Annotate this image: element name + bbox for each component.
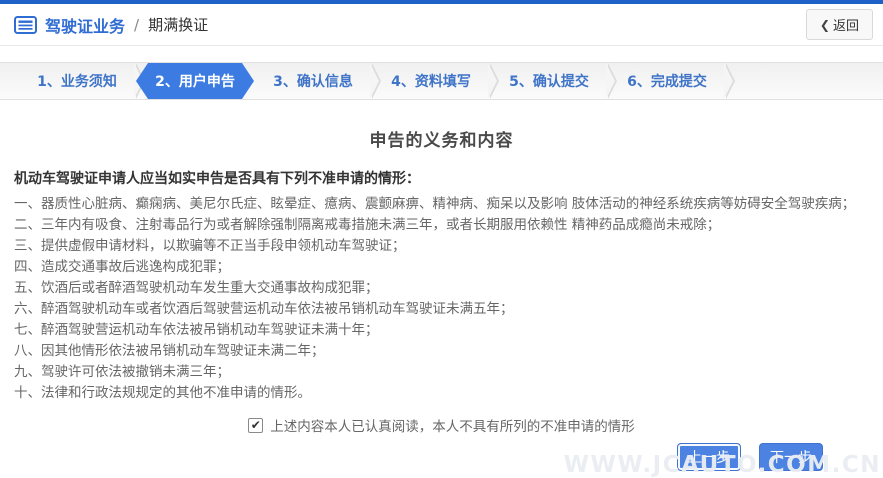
breadcrumb-current-page: 期满换证	[148, 16, 209, 34]
declaration-item: 七、醉酒驾驶营运机动车依法被吊销机动车驾驶证未满十年；	[14, 322, 379, 338]
declaration-item: 十、法律和行政法规规定的其他不准申请的情形。	[14, 385, 311, 401]
declaration-item: 九、驾驶许可依法被撤销未满三年；	[14, 364, 230, 380]
declaration-intro: 机动车驾驶证申请人应当如实申告是否具有下列不准申请的情形：	[14, 171, 420, 187]
wizard-step-1-business-notice[interactable]: 1、业务须知	[18, 63, 145, 99]
license-card-icon	[14, 15, 37, 34]
footer-buttons: 上一步 下一步	[677, 443, 823, 471]
wizard-step-3-confirm-info[interactable]: 3、确认信息	[254, 63, 381, 99]
wizard-step-label: 3、确认信息	[273, 74, 353, 90]
wizard-step-label: 2、用户申告	[155, 74, 235, 90]
check-icon: ✔	[250, 418, 261, 432]
declaration-item: 二、三年内有吸食、注射毒品行为或者解除强制隔离戒毒措施未满三年，或者长期服用依赖…	[14, 217, 721, 233]
wizard-step-6-complete-submit[interactable]: 6、完成提交	[608, 63, 735, 99]
next-step-button[interactable]: 下一步	[759, 443, 823, 471]
declaration-item: 三、提供虚假申请材料，以欺骗等不正当手段申领机动车驾驶证；	[14, 238, 406, 254]
wizard-step-2-user-declaration[interactable]: 2、用户申告	[136, 63, 254, 99]
wizard-step-5-confirm-submit[interactable]: 5、确认提交	[490, 63, 617, 99]
declaration-item: 六、醉酒驾驶机动车或者饮酒后驾驶营运机动车依法被吊销机动车驾驶证未满五年；	[14, 301, 514, 317]
declaration-item: 五、饮酒后或者醉酒驾驶机动车发生重大交通事故构成犯罪；	[14, 280, 379, 296]
wizard-step-4-fill-materials[interactable]: 4、资料填写	[372, 63, 499, 99]
declaration-item: 一、器质性心脏病、癫痫病、美尼尔氏症、眩晕症、癔病、震颤麻痹、精神病、痴呆以及影…	[14, 196, 856, 212]
agreement-checkbox[interactable]: ✔	[248, 417, 264, 433]
wizard-step-label: 4、资料填写	[391, 74, 471, 90]
page-title: 申告的义务和内容	[369, 131, 514, 151]
back-button-label: 返回	[832, 19, 859, 34]
chevron-left-icon: ❮	[819, 17, 830, 32]
declaration-item-list: 一、器质性心脏病、癫痫病、美尼尔氏症、眩晕症、癔病、震颤麻痹、精神病、痴呆以及影…	[14, 194, 869, 404]
declaration-item: 四、造成交通事故后逃逸构成犯罪；	[14, 259, 230, 275]
back-button[interactable]: ❮ 返回	[805, 9, 873, 40]
wizard-step-label: 5、确认提交	[509, 74, 589, 90]
agreement-row[interactable]: ✔ 上述内容本人已认真阅读，本人不具有所列的不准申请的情形	[0, 415, 883, 435]
wizard-step-label: 1、业务须知	[37, 74, 117, 90]
breadcrumb-separator: /	[134, 15, 140, 34]
header: 驾驶证业务 / 期满换证 ❮ 返回	[0, 4, 883, 46]
declaration-item: 八、因其他情形依法被吊销机动车驾驶证未满二年；	[14, 343, 325, 359]
agreement-label[interactable]: 上述内容本人已认真阅读，本人不具有所列的不准申请的情形	[270, 415, 635, 435]
chevron-separator-icon	[724, 63, 733, 99]
breadcrumb-service-category[interactable]: 驾驶证业务	[45, 13, 125, 37]
wizard-step-label: 6、完成提交	[627, 74, 707, 90]
step-wizard: 1、业务须知 2、用户申告 3、确认信息 4、资料填写 5、确认提交 6、完成提…	[0, 62, 883, 100]
declaration-content: 申告的义务和内容 机动车驾驶证申请人应当如实申告是否具有下列不准申请的情形： 一…	[0, 126, 883, 435]
previous-step-button[interactable]: 上一步	[677, 443, 741, 471]
